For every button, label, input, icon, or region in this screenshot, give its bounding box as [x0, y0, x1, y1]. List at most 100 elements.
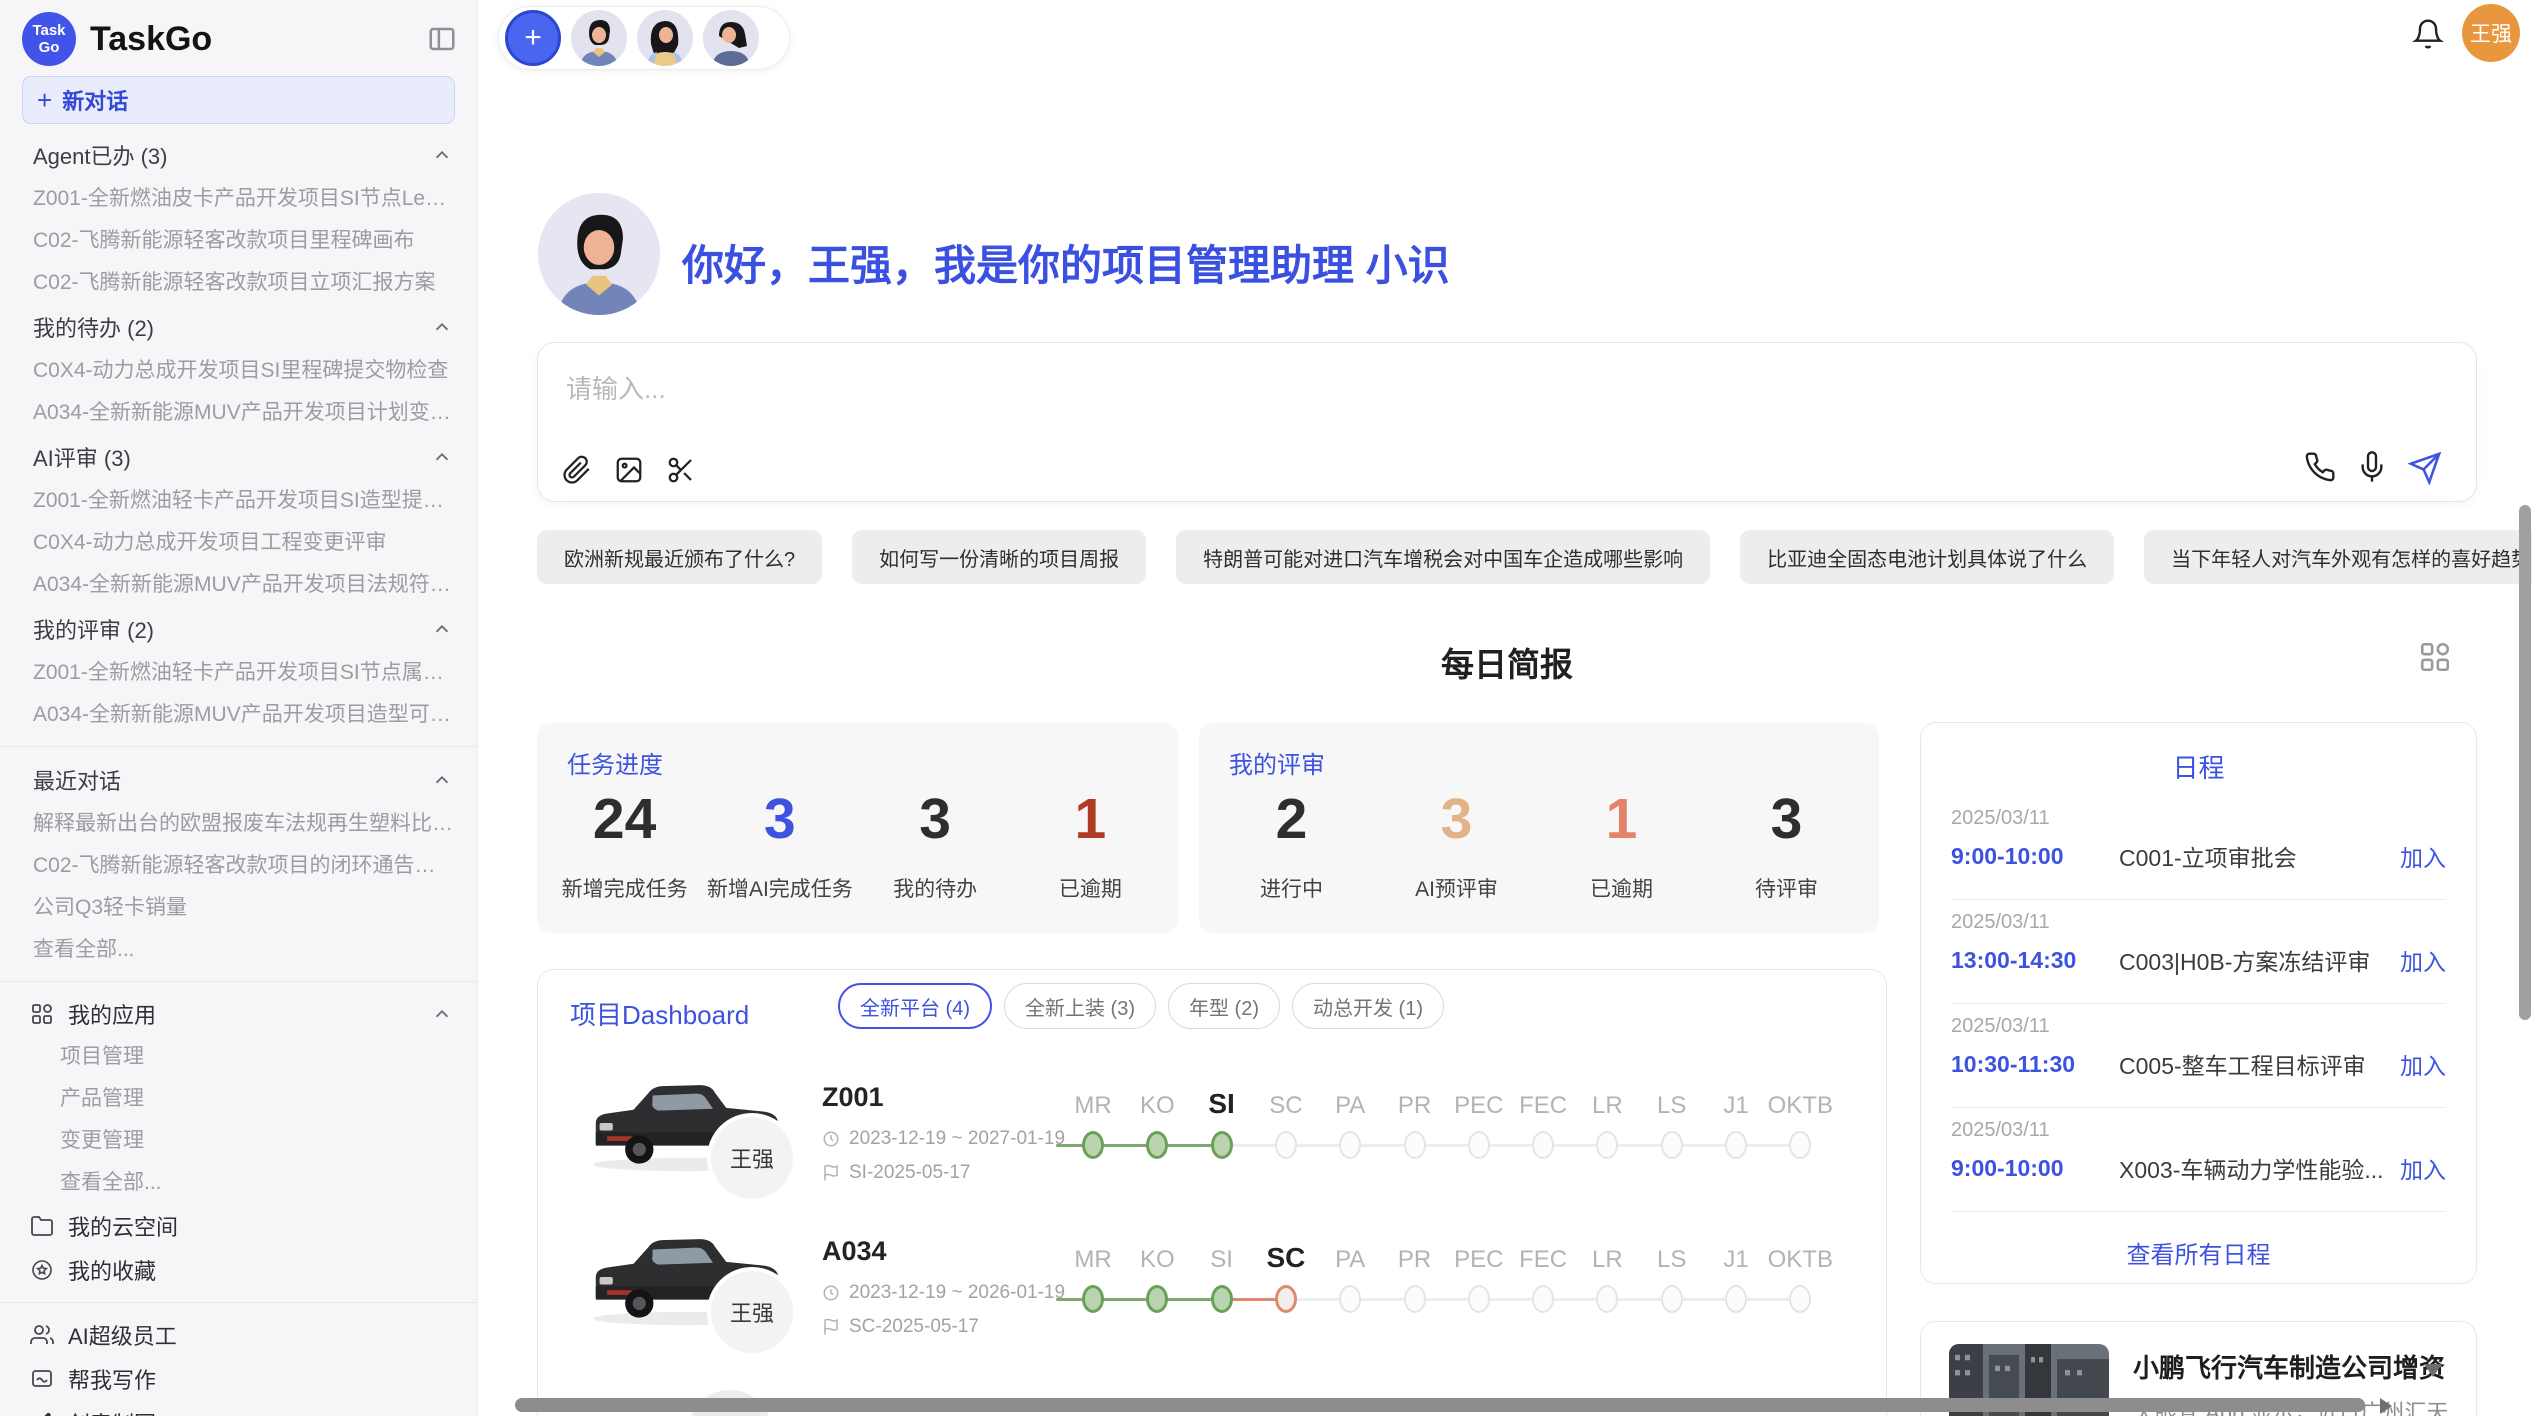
- app-link-item[interactable]: 变更管理: [0, 1120, 477, 1162]
- project-dashboard-card: 项目Dashboard 全新平台 (4)全新上装 (3)年型 (2)动总开发 (…: [537, 969, 1887, 1416]
- schedule-time: 10:30-11:30: [1951, 1051, 2119, 1078]
- app-link-item[interactable]: 产品管理: [0, 1078, 477, 1120]
- sidebar-item-favorites[interactable]: 我的收藏: [0, 1248, 477, 1292]
- star-circle-icon: [30, 1258, 54, 1282]
- collapse-section-button[interactable]: [431, 769, 453, 791]
- milestone-dot[interactable]: [1468, 1131, 1490, 1159]
- milestone-dot[interactable]: [1725, 1131, 1747, 1159]
- milestone-dot[interactable]: [1082, 1285, 1104, 1313]
- sidebar-tools: AI超级员工帮我写作创意制图: [0, 1313, 477, 1416]
- scroll-down-arrow[interactable]: [2424, 1364, 2442, 1377]
- milestone-dot[interactable]: [1789, 1285, 1811, 1313]
- suggestion-chip[interactable]: 如何写一份清晰的项目周报: [852, 530, 1146, 584]
- milestone-dot[interactable]: [1339, 1285, 1361, 1313]
- notifications-bell-icon[interactable]: [2412, 18, 2444, 55]
- milestone-dot[interactable]: [1468, 1285, 1490, 1313]
- folder-icon: [30, 1214, 54, 1238]
- recent-conversation-item[interactable]: C02-飞腾新能源轻客改款项目的闭环通告反馈情况: [0, 845, 477, 887]
- sidebar-tool-item[interactable]: 创意制图: [0, 1401, 477, 1416]
- milestone-dot[interactable]: [1596, 1285, 1618, 1313]
- milestone-dot[interactable]: [1596, 1131, 1618, 1159]
- schedule-item[interactable]: 2025/03/1113:00-14:30C003|H0B-方案冻结评审加入: [1951, 911, 2446, 977]
- sidebar-tool-item[interactable]: AI超级员工: [0, 1313, 477, 1357]
- milestone-dot[interactable]: [1789, 1131, 1811, 1159]
- join-meeting-link[interactable]: 加入: [2400, 943, 2446, 977]
- milestone-dot[interactable]: [1275, 1131, 1297, 1159]
- collapse-section-button[interactable]: [431, 144, 453, 166]
- horizontal-scrollbar-thumb[interactable]: [515, 1398, 2365, 1412]
- milestone-dot[interactable]: [1211, 1131, 1233, 1159]
- brief-layout-grid-icon[interactable]: [2418, 640, 2452, 679]
- sidebar-tool-item[interactable]: 帮我写作: [0, 1357, 477, 1401]
- sidebar-task-item[interactable]: A034-全新新能源MUV产品开发项目法规符合性评审: [0, 564, 477, 606]
- schedule-item[interactable]: 2025/03/119:00-10:00X003-车辆动力学性能验...加入: [1951, 1119, 2446, 1185]
- milestone-dot[interactable]: [1339, 1131, 1361, 1159]
- sidebar-task-item[interactable]: A034-全新新能源MUV产品开发项目造型可行性评审: [0, 694, 477, 736]
- collapse-section-button[interactable]: [431, 316, 453, 338]
- sidebar-task-item[interactable]: C02-飞腾新能源轻客改款项目立项汇报方案: [0, 262, 477, 304]
- sidebar-item-my-apps[interactable]: 我的应用: [0, 992, 477, 1036]
- milestone-dot[interactable]: [1661, 1131, 1683, 1159]
- dashboard-tab[interactable]: 动总开发 (1): [1292, 983, 1444, 1029]
- milestone-dot[interactable]: [1532, 1285, 1554, 1313]
- agent-avatar-3[interactable]: [703, 10, 759, 66]
- agent-avatar-1[interactable]: [571, 10, 627, 66]
- phone-call-icon[interactable]: [2304, 451, 2336, 485]
- view-all-schedule-link[interactable]: 查看所有日程: [1921, 1235, 2476, 1270]
- milestone-dot[interactable]: [1661, 1285, 1683, 1313]
- apps-view-all-link[interactable]: 查看全部...: [0, 1162, 477, 1204]
- new-chat-button[interactable]: + 新对话: [22, 76, 455, 124]
- new-session-button[interactable]: +: [505, 10, 561, 66]
- agent-avatar-2[interactable]: [637, 10, 693, 66]
- sidebar-task-item[interactable]: A034-全新新能源MUV产品开发项目计划变更表编写: [0, 392, 477, 434]
- chat-input[interactable]: [538, 343, 2476, 429]
- sidebar-task-item[interactable]: Z001-全新燃油轻卡产品开发项目SI节点属性5D文件评审: [0, 652, 477, 694]
- sidebar-task-item[interactable]: Z001-全新燃油轻卡产品开发项目SI造型提交物评审: [0, 480, 477, 522]
- schedule-item[interactable]: 2025/03/119:00-10:00C001-立项审批会加入: [1951, 807, 2446, 873]
- suggestion-chip[interactable]: 比亚迪全固态电池计划具体说了什么: [1740, 530, 2114, 584]
- microphone-icon[interactable]: [2356, 451, 2388, 485]
- recent-conversation-item[interactable]: 公司Q3轻卡销量: [0, 887, 477, 929]
- attachment-icon[interactable]: [562, 455, 592, 485]
- join-meeting-link[interactable]: 加入: [2400, 1151, 2446, 1185]
- sidebar-item-cloud-space[interactable]: 我的云空间: [0, 1204, 477, 1248]
- milestone-dot[interactable]: [1082, 1131, 1104, 1159]
- sidebar-collapse-icon[interactable]: [427, 24, 457, 54]
- collapse-section-button[interactable]: [431, 446, 453, 468]
- suggestion-chip[interactable]: 当下年轻人对汽车外观有怎样的喜好趋势: [2144, 530, 2532, 584]
- dashboard-tab[interactable]: 全新平台 (4): [838, 983, 992, 1029]
- recent-view-all-link[interactable]: 查看全部...: [0, 929, 477, 971]
- collapse-section-button[interactable]: [431, 1003, 453, 1025]
- dashboard-tab[interactable]: 全新上装 (3): [1004, 983, 1156, 1029]
- send-icon[interactable]: [2408, 451, 2442, 485]
- schedule-item[interactable]: 2025/03/1110:30-11:30C005-整车工程目标评审加入: [1951, 1015, 2446, 1081]
- project-name: Z001: [822, 1082, 884, 1113]
- milestone-dot[interactable]: [1725, 1285, 1747, 1313]
- join-meeting-link[interactable]: 加入: [2400, 839, 2446, 873]
- recent-conversation-item[interactable]: 解释最新出台的欧盟报废车法规再生塑料比例被调至15%...: [0, 803, 477, 845]
- milestone-dot[interactable]: [1146, 1131, 1168, 1159]
- vertical-scrollbar-thumb[interactable]: [2519, 505, 2531, 1020]
- dashboard-tab[interactable]: 年型 (2): [1168, 983, 1280, 1029]
- sidebar-task-item[interactable]: Z001-全新燃油皮卡产品开发项目SI节点Lesson Learn报告: [0, 178, 477, 220]
- milestone-dot[interactable]: [1532, 1131, 1554, 1159]
- milestone-dot[interactable]: [1404, 1285, 1426, 1313]
- sidebar-task-item[interactable]: C02-飞腾新能源轻客改款项目里程碑画布: [0, 220, 477, 262]
- user-avatar[interactable]: 王强: [2462, 4, 2520, 62]
- collapse-section-button[interactable]: [431, 618, 453, 640]
- sidebar-task-item[interactable]: C0X4-动力总成开发项目工程变更评审: [0, 522, 477, 564]
- join-meeting-link[interactable]: 加入: [2400, 1047, 2446, 1081]
- sidebar-task-item[interactable]: C0X4-动力总成开发项目SI里程碑提交物检查: [0, 350, 477, 392]
- app-link-item[interactable]: 项目管理: [0, 1036, 477, 1078]
- milestone-dot[interactable]: [1146, 1285, 1168, 1313]
- milestone-dot[interactable]: [1404, 1131, 1426, 1159]
- image-icon[interactable]: [614, 455, 644, 485]
- scissors-icon[interactable]: [666, 455, 696, 485]
- suggestion-chip[interactable]: 欧洲新规最近颁布了什么?: [537, 530, 822, 584]
- suggestion-chip[interactable]: 特朗普可能对进口汽车增税会对中国车企造成哪些影响: [1176, 530, 1710, 584]
- chat-input-card: [537, 342, 2477, 502]
- scroll-right-arrow[interactable]: [2380, 1398, 2392, 1414]
- app-logo: Task Go: [22, 12, 76, 66]
- milestone-dot[interactable]: [1275, 1285, 1297, 1313]
- milestone-dot[interactable]: [1211, 1285, 1233, 1313]
